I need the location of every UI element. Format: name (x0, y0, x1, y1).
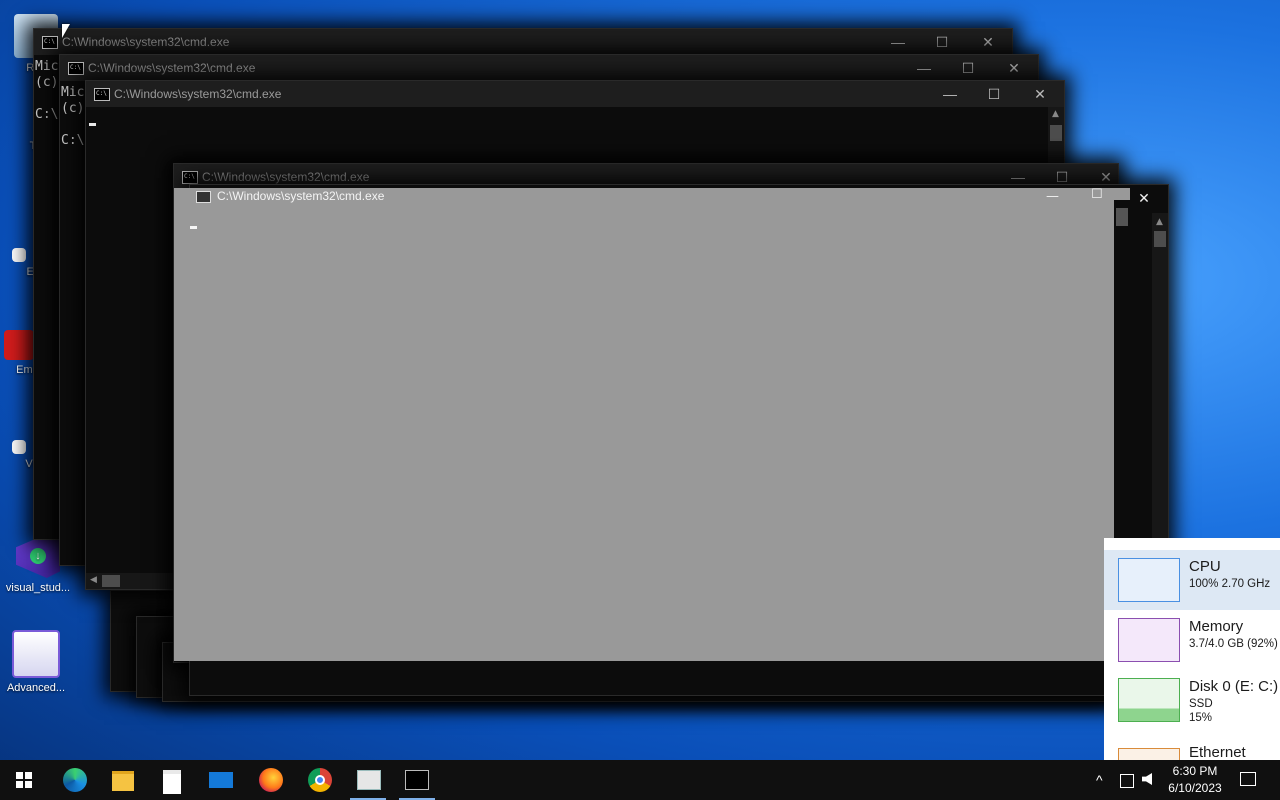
window-title: C:\Windows\system32\cmd.exe (114, 87, 282, 101)
clock-date[interactable]: 6/10/2023 (1166, 781, 1224, 795)
window-titlebar[interactable]: C:\ C:\Windows\system32\cmd.exe — ☐ ✕ (60, 55, 1038, 81)
task-manager-button[interactable] (344, 760, 392, 800)
memory-graph (1118, 618, 1180, 662)
cmd-icon: C:\ (182, 171, 198, 184)
cmd-icon (196, 190, 211, 203)
ethernet-graph (1118, 748, 1180, 760)
disk-graph (1118, 678, 1180, 722)
tm-item-title: Ethernet (1189, 744, 1246, 760)
notification-icon[interactable] (1240, 772, 1256, 786)
overlay-maximize[interactable]: ☐ (1091, 187, 1103, 202)
tm-item-detail: 3.7/4.0 GB (92%) (1189, 638, 1278, 650)
edge-button[interactable] (50, 760, 98, 800)
close-button[interactable]: ✕ (1018, 81, 1062, 107)
overlay-minimize[interactable]: — (1046, 189, 1059, 204)
chrome-button[interactable] (295, 760, 343, 800)
tm-item-disk[interactable]: Disk 0 (E: C:) SSD 15% (1104, 670, 1280, 730)
console-cursor (190, 226, 197, 229)
scroll-thumb[interactable] (1116, 208, 1128, 226)
network-icon[interactable] (1120, 774, 1134, 788)
scroll-left-arrow-icon[interactable]: ◀ (90, 575, 97, 585)
scroll-up-arrow-icon[interactable]: ▲ (1052, 109, 1059, 119)
firefox-icon (259, 768, 283, 792)
minimize-button[interactable]: — (876, 29, 920, 55)
window-title: C:\Windows\system32\cmd.exe (217, 189, 385, 203)
store-icon (163, 770, 181, 794)
window-title: C:\Windows\system32\cmd.exe (202, 170, 370, 184)
tm-item-detail: SSD (1189, 698, 1213, 710)
tm-item-detail: 15% (1189, 712, 1213, 724)
tm-item-ethernet[interactable]: Ethernet (1104, 740, 1280, 760)
chrome-icon (308, 768, 332, 792)
volume-muted-icon[interactable] (1142, 773, 1152, 785)
scroll-thumb[interactable] (102, 575, 120, 587)
window-titlebar[interactable]: C:\ C:\Windows\system32\cmd.exe — ☐ ✕ (86, 81, 1064, 107)
download-icon: ↓ (30, 548, 46, 564)
mail-button[interactable] (197, 760, 245, 800)
shortcut-icon (12, 248, 26, 262)
edge-icon (63, 768, 87, 792)
maximize-button[interactable]: ☐ (920, 29, 964, 55)
close-button[interactable]: ✕ (992, 55, 1036, 81)
tm-item-title: Disk 0 (E: C:) (1189, 678, 1279, 695)
clock-time[interactable]: 6:30 PM (1168, 764, 1222, 778)
window-title-overlay: C:\Windows\system32\cmd.exe (196, 189, 384, 203)
shortcut-icon (12, 440, 26, 454)
tm-item-title: Memory (1189, 618, 1244, 635)
minimize-button[interactable]: — (902, 55, 946, 81)
cmd-icon: C:\ (42, 36, 58, 49)
desktop-icon-label: visual_stud... (5, 582, 71, 594)
firefox-button[interactable] (246, 760, 294, 800)
window-title: C:\Windows\system32\cmd.exe (62, 35, 230, 49)
tm-item-detail: 100% 2.70 GHz (1189, 578, 1271, 590)
scroll-thumb[interactable] (1050, 125, 1062, 141)
file-explorer-button[interactable] (99, 760, 147, 800)
store-button[interactable] (148, 760, 196, 800)
task-manager-performance-panel: CPU 100% 2.70 GHz Memory 3.7/4.0 GB (92%… (1104, 538, 1280, 760)
tray-chevron-icon[interactable]: ^ (1096, 772, 1103, 788)
cmd-taskbar-button[interactable] (393, 760, 441, 800)
scroll-up-arrow-icon[interactable]: ▲ (1156, 217, 1163, 227)
tm-item-title: CPU (1189, 558, 1221, 575)
windows-logo-icon (16, 772, 32, 788)
console-output: Mic (c) C:\ (61, 85, 85, 148)
close-button[interactable]: ✕ (966, 29, 1010, 55)
task-manager-icon (357, 770, 381, 790)
cmd-icon: C:\ (68, 62, 84, 75)
cmd-icon (405, 770, 429, 790)
maximize-button[interactable]: ☐ (946, 55, 990, 81)
tm-item-memory[interactable]: Memory 3.7/4.0 GB (92%) (1104, 610, 1280, 670)
cmd-icon: C:\ (94, 88, 110, 101)
window-title: C:\Windows\system32\cmd.exe (88, 61, 256, 75)
minimize-button[interactable]: — (928, 81, 972, 107)
start-button[interactable] (0, 760, 48, 800)
taskbar: ^ 6:30 PM 6/10/2023 (0, 760, 1280, 800)
desktop-icon-advanced[interactable]: Advanced... (0, 630, 72, 694)
embedded-app-icon (4, 330, 34, 360)
window-titlebar[interactable]: C:\ C:\Windows\system32\cmd.exe — ☐ ✕ (34, 29, 1012, 55)
maximize-button[interactable]: ☐ (972, 81, 1016, 107)
cpu-graph (1118, 558, 1180, 602)
mail-icon (209, 772, 233, 788)
advanced-app-icon (12, 630, 60, 678)
mouse-pointer-icon (62, 24, 70, 38)
file-explorer-icon (112, 771, 134, 791)
tm-item-cpu[interactable]: CPU 100% 2.70 GHz (1104, 550, 1280, 610)
scroll-thumb[interactable] (1154, 231, 1166, 247)
console-output: Mic (c) C:\ (35, 59, 59, 122)
desktop-icon-label: Advanced... (6, 682, 66, 694)
console-cursor (89, 123, 96, 126)
grey-overlay (174, 188, 1130, 661)
